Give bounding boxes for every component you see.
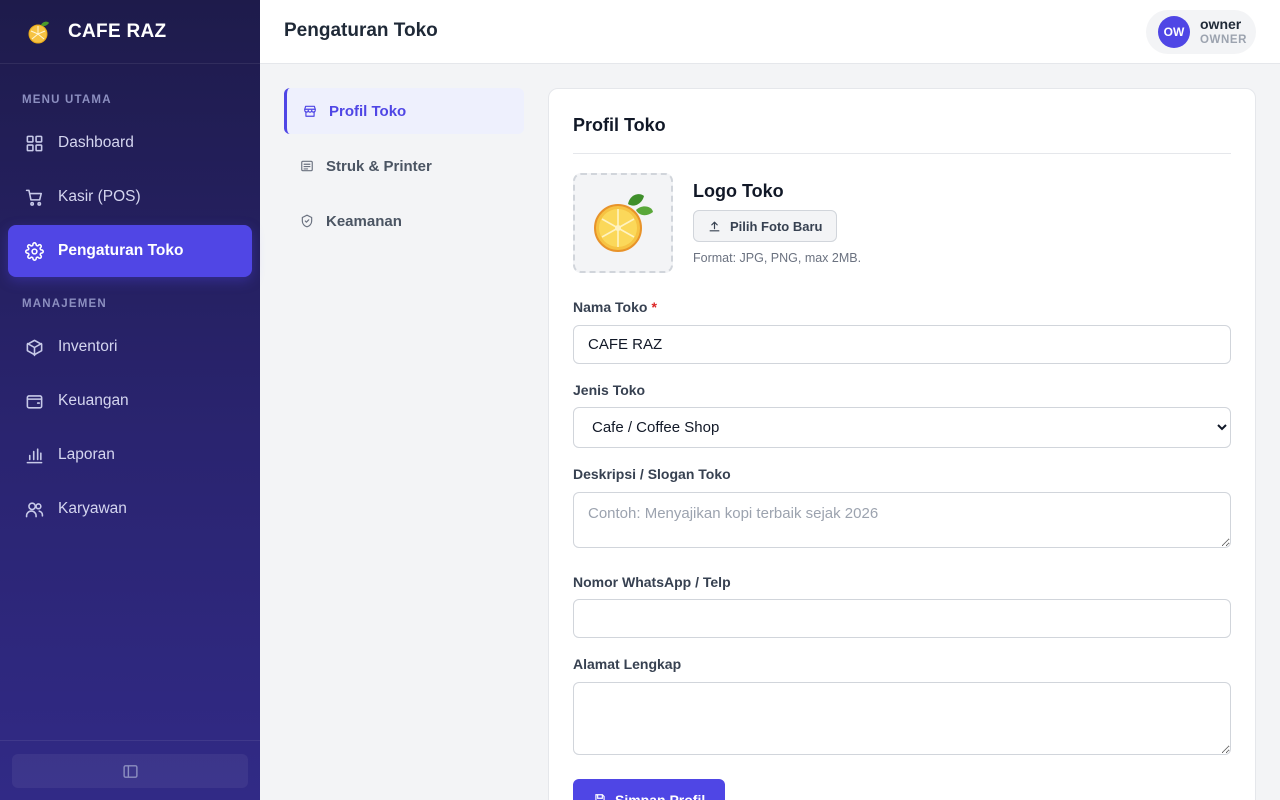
sidebar-item-keuangan[interactable]: Keuangan [8, 375, 252, 427]
brand-name: CAFE RAZ [68, 20, 167, 42]
settings-tab-label: Profil Toko [329, 102, 407, 120]
profile-card: Profil Toko Logo Toko Pilih Foto Baru Fo… [548, 88, 1256, 800]
phone-label: Nomor WhatsApp / Telp [573, 574, 731, 590]
store-name-label: Nama Toko * [573, 299, 657, 315]
sidebar: CAFE RAZ MENU UTAMA Dashboard Kasir (POS… [0, 0, 260, 800]
logo-heading: Logo Toko [693, 181, 784, 201]
cart-icon [24, 187, 44, 207]
user-role: OWNER [1200, 34, 1248, 46]
receipt-icon [300, 159, 314, 173]
store-name-input[interactable] [573, 325, 1231, 364]
lemon-logo-icon [594, 194, 653, 252]
divider [573, 153, 1231, 154]
sidebar-item-label: Kasir (POS) [58, 188, 141, 205]
logo-preview[interactable] [573, 173, 673, 273]
description-textarea[interactable] [573, 492, 1231, 548]
sidebar-item-label: Dashboard [58, 134, 134, 151]
card-title: Profil Toko [573, 115, 666, 135]
sidebar-item-label: Keuangan [58, 392, 129, 409]
lemon-logo-icon [28, 21, 49, 43]
sidebar-item-karyawan[interactable]: Karyawan [8, 483, 252, 535]
settings-tab-label: Struk & Printer [326, 157, 432, 175]
wallet-icon [24, 391, 44, 411]
page-title: Pengaturan Toko [284, 20, 438, 41]
upload-icon [709, 221, 720, 231]
settings-tab-profil-toko[interactable]: Profil Toko [284, 88, 524, 134]
bar-chart-icon [24, 445, 44, 465]
users-icon [24, 499, 44, 519]
upload-button-label: Pilih Foto Baru [730, 218, 823, 234]
top-header: Pengaturan Toko OW owner OWNER [260, 0, 1280, 64]
save-profile-button[interactable]: Simpan Profil [573, 779, 726, 800]
sidebar-item-pengaturan-toko[interactable]: Pengaturan Toko [8, 225, 252, 277]
gear-icon [24, 241, 44, 261]
save-icon [595, 794, 605, 800]
section-title-manajemen: MANAJEMEN [22, 298, 107, 310]
upload-photo-button[interactable]: Pilih Foto Baru [693, 210, 838, 242]
sidebar-footer [0, 740, 260, 800]
grid-icon [24, 133, 44, 153]
sidebar-collapse-icon [122, 764, 138, 778]
settings-tab-struk-printer[interactable]: Struk & Printer [284, 143, 524, 189]
store-type-label: Jenis Toko [573, 382, 646, 398]
section-title-menu-utama: MENU UTAMA [22, 94, 112, 106]
shield-icon [300, 214, 314, 228]
sidebar-item-dashboard[interactable]: Dashboard [8, 117, 252, 169]
sidebar-collapse-button[interactable] [12, 754, 248, 788]
sidebar-item-label: Laporan [58, 446, 115, 463]
avatar: OW [1158, 16, 1190, 48]
settings-tab-keamanan[interactable]: Keamanan [284, 198, 524, 244]
sidebar-item-label: Karyawan [58, 500, 127, 517]
address-label: Alamat Lengkap [573, 656, 682, 672]
settings-tab-label: Keamanan [326, 212, 402, 230]
address-textarea[interactable] [573, 682, 1231, 755]
logo-format-hint: Format: JPG, PNG, max 2MB. [693, 251, 862, 265]
store-icon [303, 104, 317, 118]
box-icon [24, 337, 44, 357]
store-type-select[interactable]: Cafe / Coffee Shop [573, 407, 1231, 448]
sidebar-item-laporan[interactable]: Laporan [8, 429, 252, 481]
sidebar-item-label: Inventori [58, 338, 118, 355]
brand[interactable]: CAFE RAZ [0, 0, 260, 64]
user-menu[interactable]: OW owner OWNER [1146, 10, 1256, 54]
user-name: owner [1200, 16, 1242, 32]
store-name-label-text: Nama Toko [573, 299, 648, 315]
required-mark: * [651, 299, 657, 315]
phone-input[interactable] [573, 599, 1231, 638]
sidebar-item-kasir[interactable]: Kasir (POS) [8, 171, 252, 223]
sidebar-item-label: Pengaturan Toko [58, 242, 184, 259]
sidebar-item-inventori[interactable]: Inventori [8, 321, 252, 373]
description-label: Deskripsi / Slogan Toko [573, 466, 731, 482]
save-button-label: Simpan Profil [615, 792, 706, 800]
